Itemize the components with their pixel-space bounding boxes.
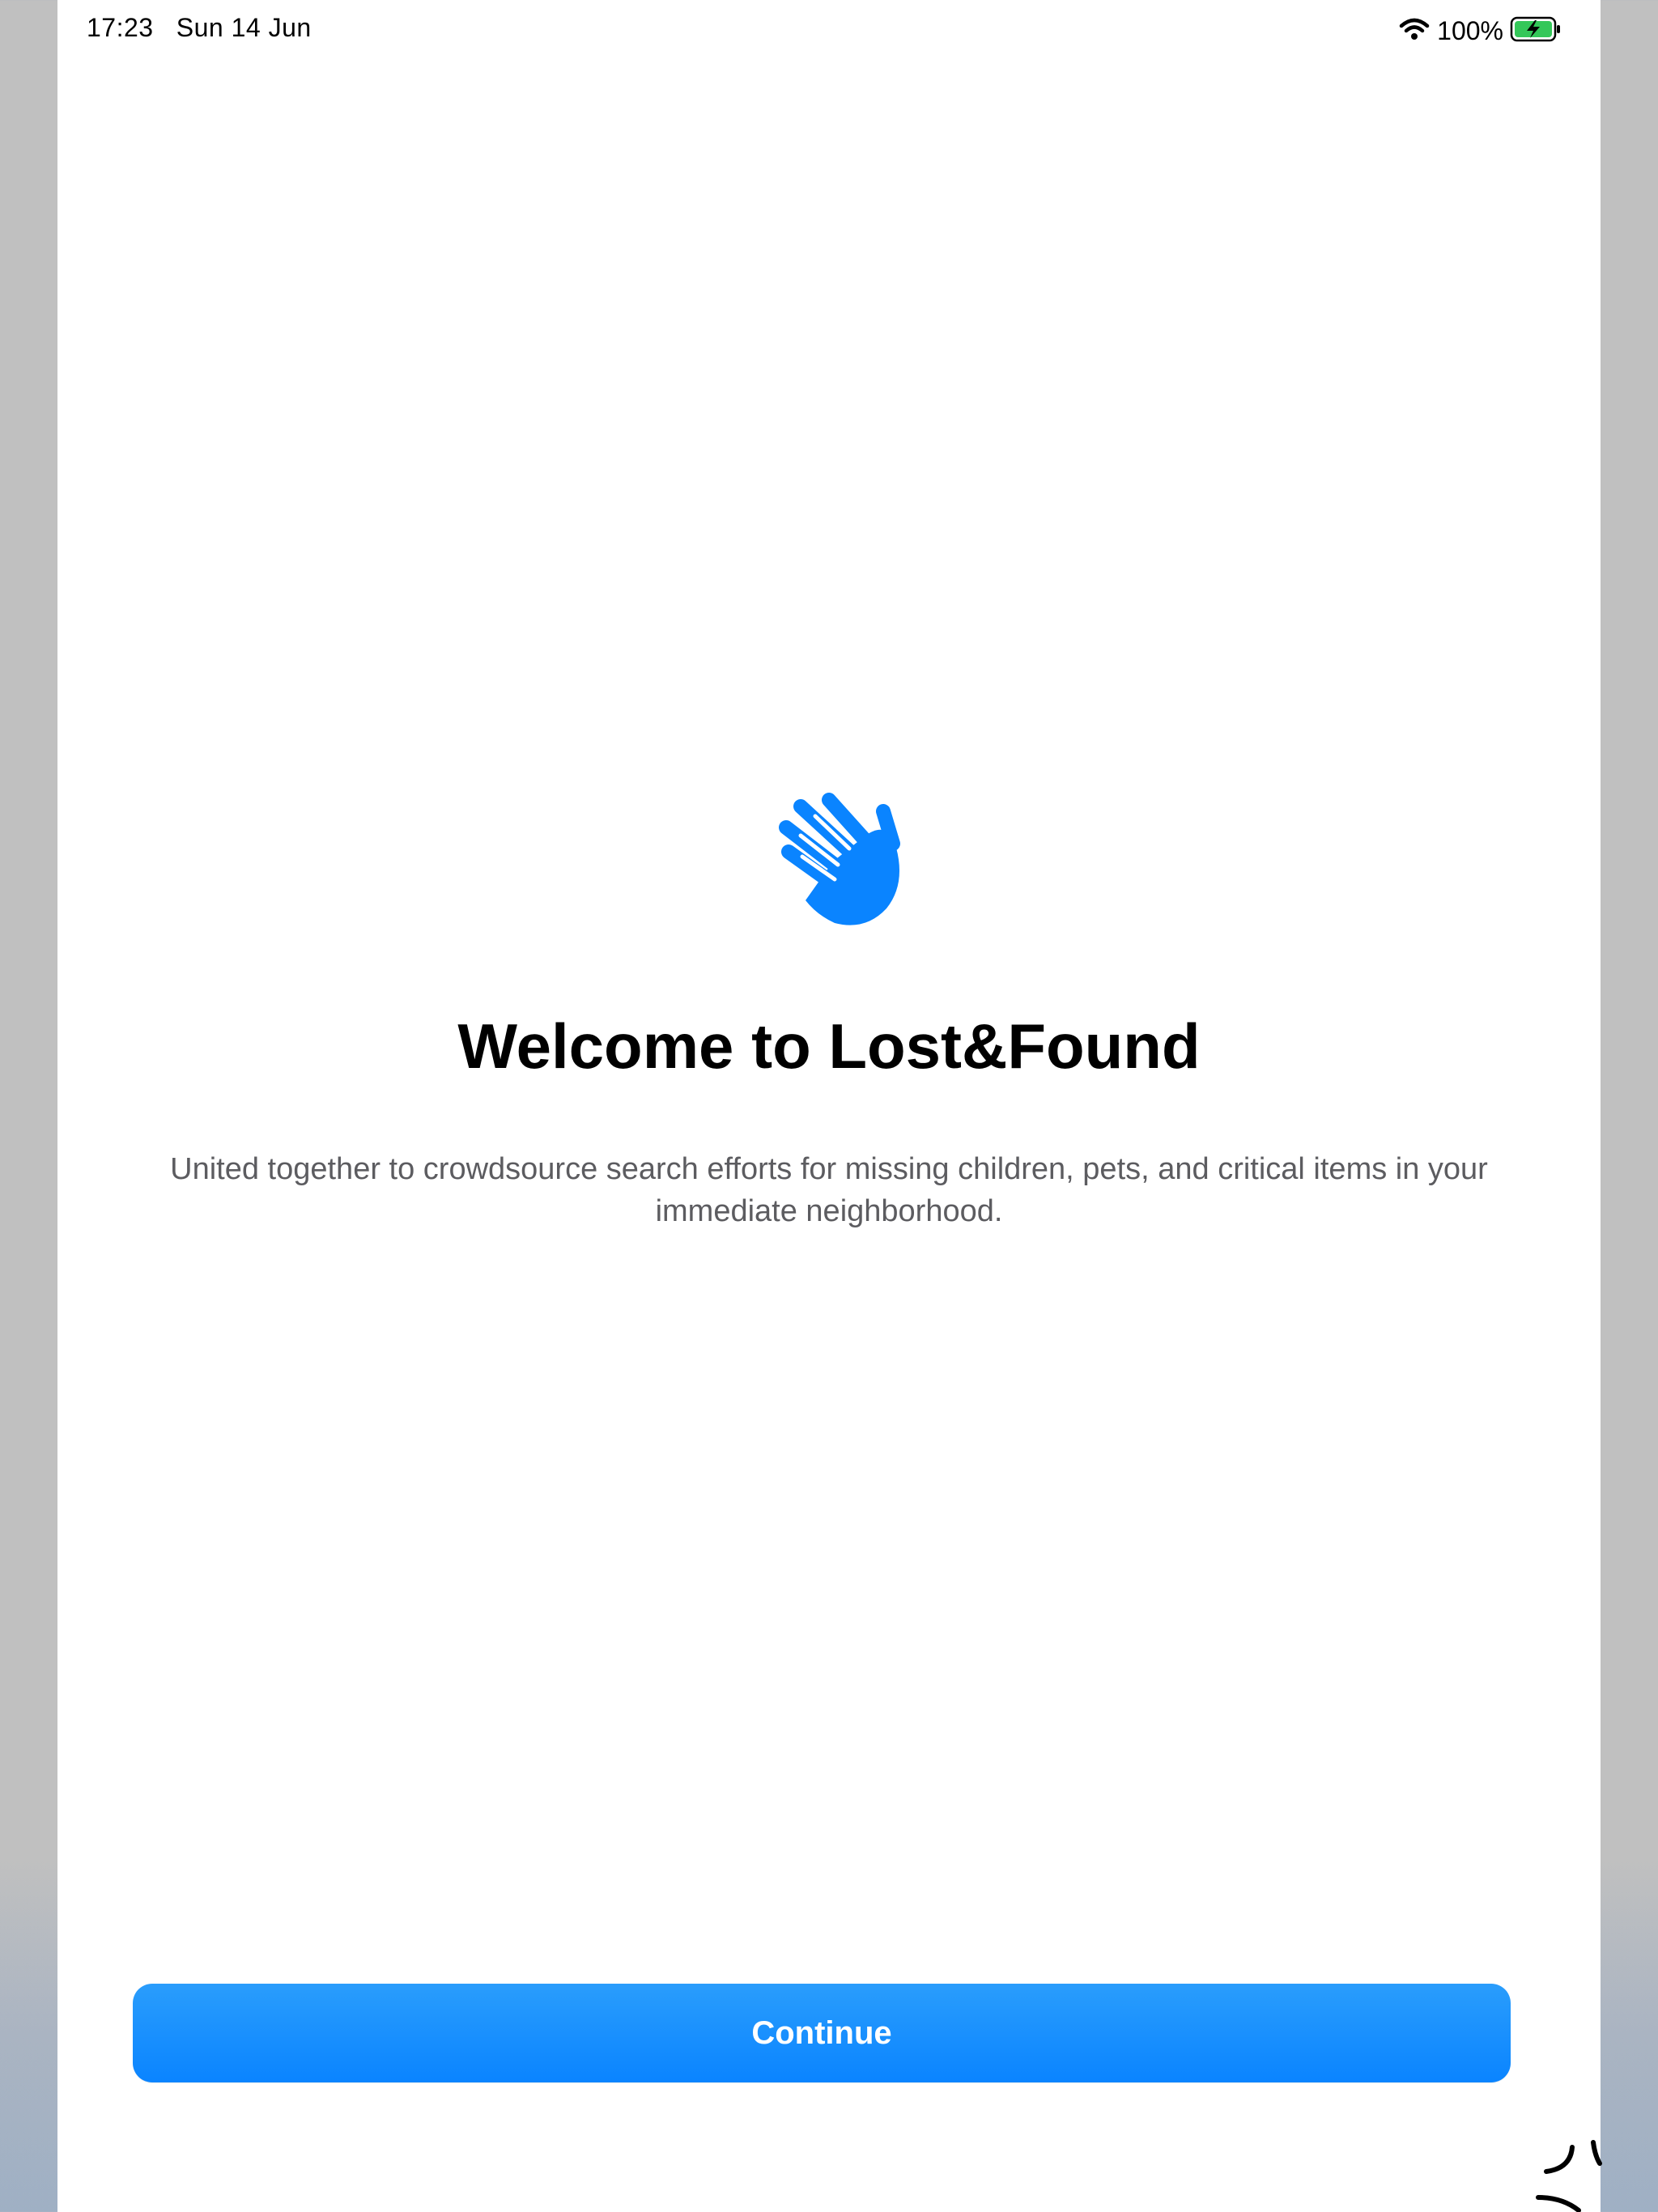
status-date: Sun 14 Jun: [176, 13, 312, 42]
continue-button[interactable]: Continue: [133, 1984, 1511, 2082]
welcome-title: Welcome to Lost&Found: [457, 1010, 1201, 1082]
status-bar-left: 17:23 Sun 14 Jun: [87, 13, 312, 43]
welcome-sheet: 17:23 Sun 14 Jun 100% Welcome to Lost&Fo…: [57, 0, 1601, 2212]
status-bar-right: 100%: [1398, 11, 1562, 50]
status-time: 17:23: [87, 13, 154, 42]
welcome-subtitle: United together to crowdsource search ef…: [170, 1152, 1488, 1228]
wifi-icon: [1398, 17, 1431, 45]
battery-percent: 100%: [1437, 15, 1503, 45]
battery-charging-icon: [1510, 15, 1562, 47]
corner-decoration: [1530, 2129, 1603, 2212]
hand-wave-icon: [744, 787, 906, 933]
